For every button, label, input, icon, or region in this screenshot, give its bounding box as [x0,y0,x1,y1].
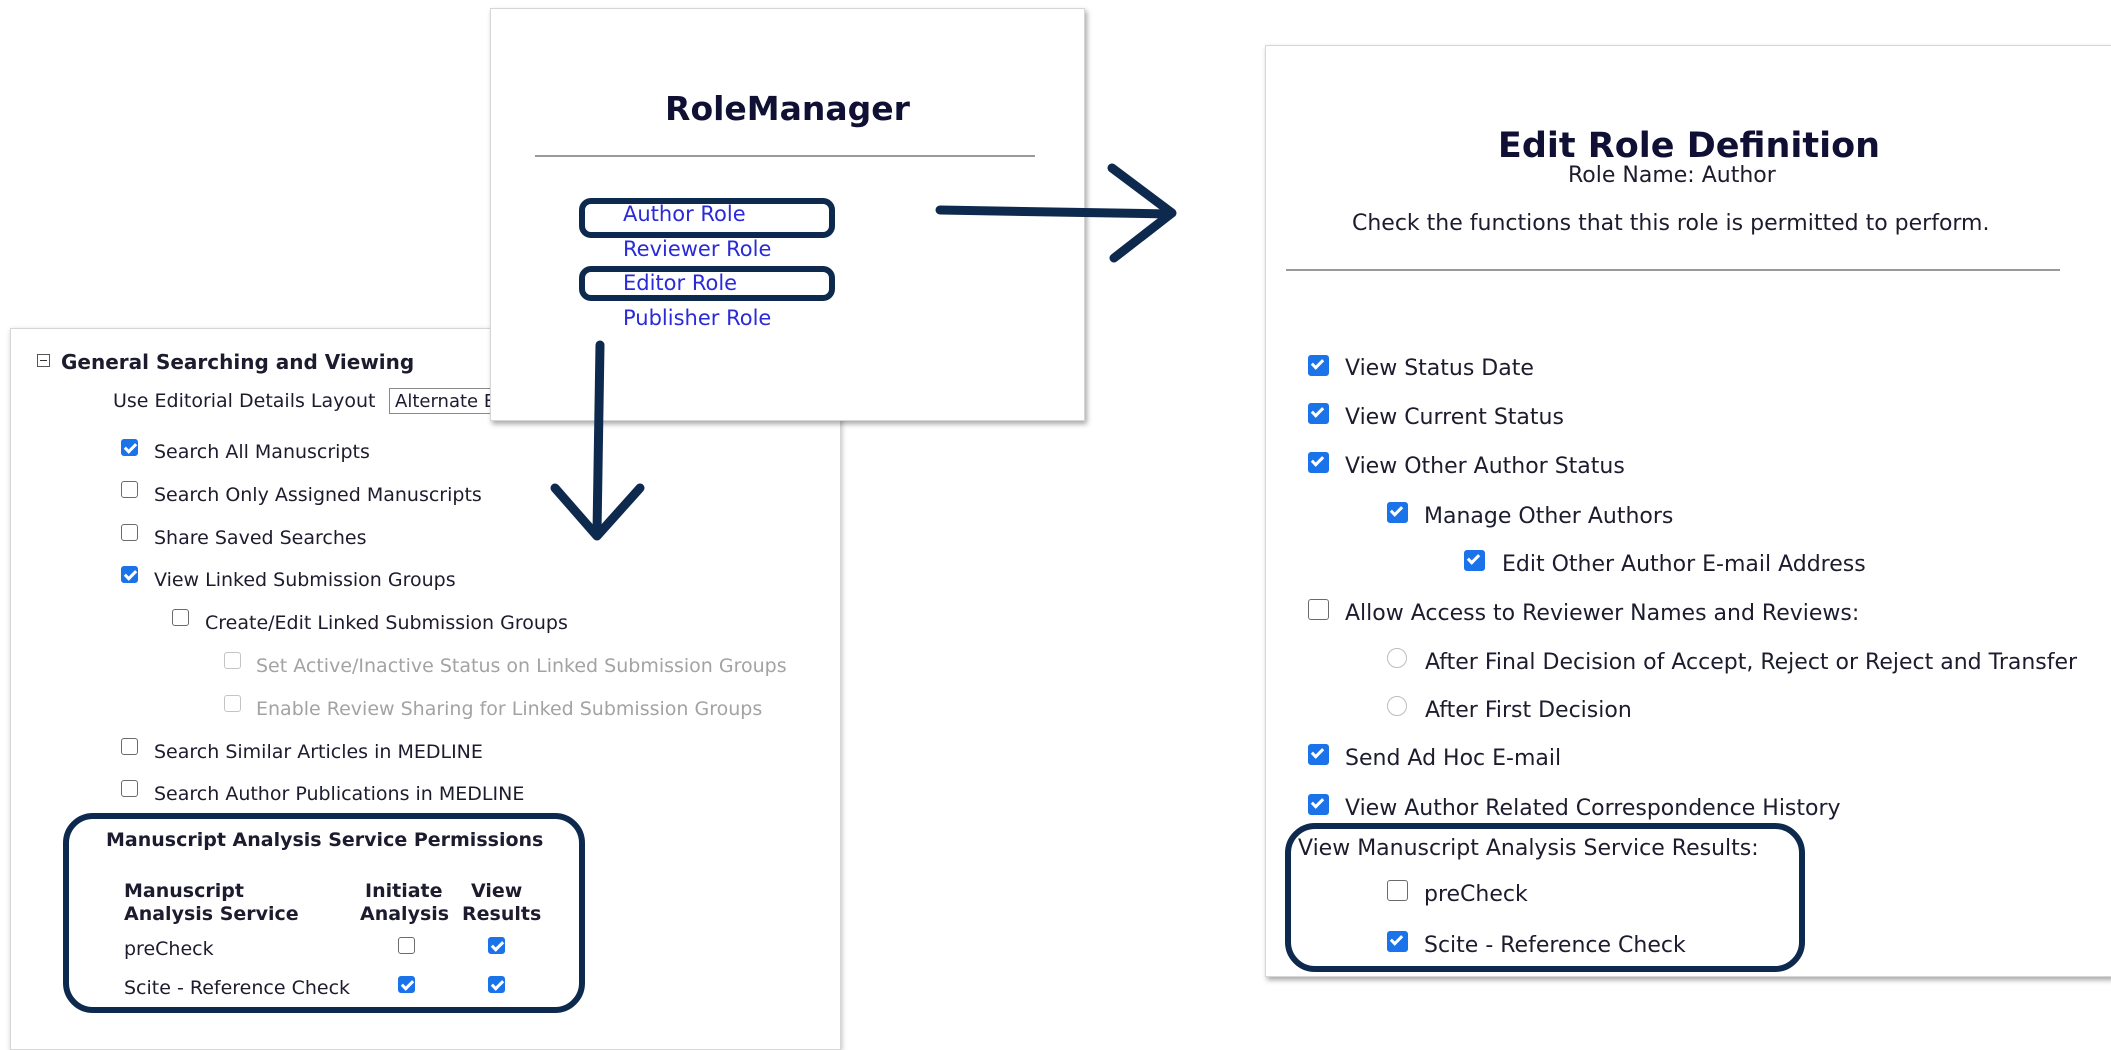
after-final-decision-label: After Final Decision of Accept, Reject o… [1425,650,2078,675]
mas-permissions-highlight [63,813,585,1013]
role-instructions-text: Check the functions that this role is pe… [1352,211,1990,236]
search-all-manuscripts-checkbox[interactable] [121,439,138,456]
view-status-date-checkbox[interactable] [1308,355,1329,376]
edit-role-divider [1286,269,2060,271]
search-only-assigned-label: Search Only Assigned Manuscripts [154,484,482,506]
view-author-correspondence-label: View Author Related Correspondence Histo… [1345,796,1841,821]
role-manager-title: RoleManager [665,89,910,128]
search-similar-articles-checkbox[interactable] [121,738,138,755]
enable-review-sharing-checkbox [224,695,241,712]
editorial-layout-value: Alternate E [395,391,496,412]
enable-review-sharing-label: Enable Review Sharing for Linked Submiss… [256,698,763,720]
view-linked-groups-checkbox[interactable] [121,566,138,583]
view-other-author-status-checkbox[interactable] [1308,452,1329,473]
after-first-decision-label: After First Decision [1425,698,1632,723]
view-author-correspondence-checkbox[interactable] [1308,794,1329,815]
role-manager-divider [535,155,1035,157]
publisher-role-link[interactable]: Publisher Role [623,306,771,330]
manage-other-authors-label: Manage Other Authors [1424,504,1674,529]
view-current-status-label: View Current Status [1345,405,1564,430]
send-ad-hoc-email-label: Send Ad Hoc E-mail [1345,746,1562,771]
set-active-inactive-checkbox [224,652,241,669]
after-final-decision-radio[interactable] [1387,648,1407,668]
view-current-status-checkbox[interactable] [1308,403,1329,424]
layout-label: Use Editorial Details Layout [113,390,376,412]
search-similar-articles-label: Search Similar Articles in MEDLINE [154,741,483,763]
allow-reviewer-access-checkbox[interactable] [1308,599,1329,620]
share-saved-searches-label: Share Saved Searches [154,527,367,549]
section-title: General Searching and Viewing [61,350,415,374]
search-all-manuscripts-label: Search All Manuscripts [154,441,370,463]
view-other-author-status-label: View Other Author Status [1345,454,1625,479]
send-ad-hoc-email-checkbox[interactable] [1308,744,1329,765]
view-status-date-label: View Status Date [1345,356,1534,381]
edit-other-author-email-checkbox[interactable] [1464,550,1485,571]
set-active-inactive-label: Set Active/Inactive Status on Linked Sub… [256,655,787,677]
role-name-text: Role Name: Author [1568,163,1776,188]
search-author-publications-checkbox[interactable] [121,780,138,797]
search-author-publications-label: Search Author Publications in MEDLINE [154,783,525,805]
edit-other-author-email-label: Edit Other Author E-mail Address [1502,552,1866,577]
allow-reviewer-access-label: Allow Access to Reviewer Names and Revie… [1345,601,1860,626]
share-saved-searches-checkbox[interactable] [121,524,138,541]
reviewer-role-link[interactable]: Reviewer Role [623,237,771,261]
create-edit-linked-groups-label: Create/Edit Linked Submission Groups [205,612,568,634]
mas-results-highlight [1285,823,1805,972]
author-role-highlight [579,198,835,238]
manage-other-authors-checkbox[interactable] [1387,502,1408,523]
create-edit-linked-groups-checkbox[interactable] [172,609,189,626]
edit-role-title: Edit Role Definition [1497,126,1881,166]
view-linked-groups-label: View Linked Submission Groups [154,569,456,591]
collapse-section-icon[interactable] [37,354,50,367]
after-first-decision-radio[interactable] [1387,696,1407,716]
editor-role-highlight [579,266,835,301]
search-only-assigned-checkbox[interactable] [121,481,138,498]
